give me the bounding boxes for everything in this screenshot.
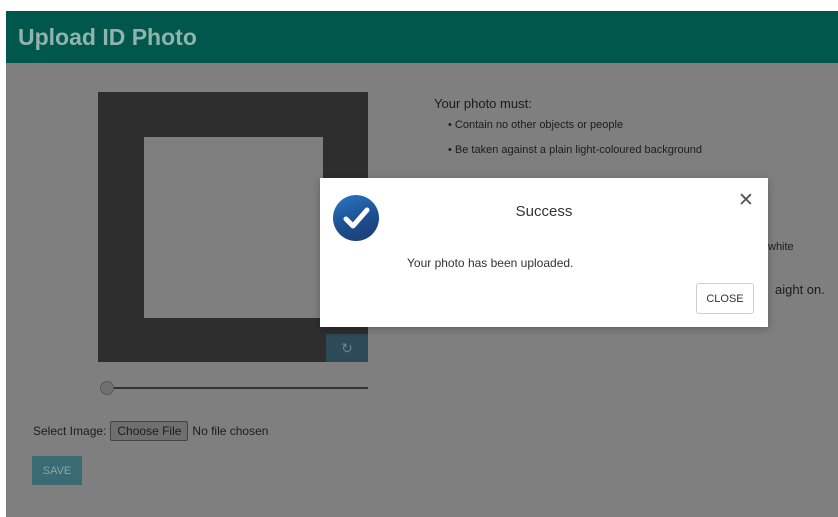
close-icon[interactable]: ✕ bbox=[738, 191, 754, 210]
success-modal: Success ✕ Your photo has been uploaded. … bbox=[320, 178, 768, 327]
requirement-partial-text: aight on. bbox=[775, 282, 825, 297]
file-status: No file chosen bbox=[192, 424, 269, 438]
requirements-list: Contain no other objects or people Be ta… bbox=[434, 119, 838, 156]
select-image-row: Select Image: Choose File No file chosen bbox=[33, 419, 268, 443]
select-image-label: Select Image: bbox=[33, 424, 107, 438]
modal-message: Your photo has been uploaded. bbox=[407, 256, 574, 270]
modal-title: Success bbox=[515, 203, 573, 220]
photo-requirements: Your photo must: Contain no other object… bbox=[434, 96, 838, 169]
crop-area[interactable] bbox=[144, 137, 323, 318]
rotate-button[interactable]: ↻ bbox=[326, 334, 368, 362]
page-title: Upload ID Photo bbox=[18, 24, 197, 50]
choose-file-button[interactable]: Choose File bbox=[110, 421, 189, 441]
save-button[interactable]: SAVE bbox=[32, 456, 82, 485]
header: Upload ID Photo bbox=[6, 11, 838, 63]
close-button[interactable]: CLOSE bbox=[696, 283, 754, 314]
rotate-icon: ↻ bbox=[341, 339, 353, 356]
zoom-slider-thumb[interactable] bbox=[100, 381, 114, 395]
requirement-partial-text: white bbox=[768, 241, 794, 253]
requirement-item: Contain no other objects or people bbox=[448, 119, 838, 131]
requirements-title: Your photo must: bbox=[434, 96, 532, 111]
zoom-slider-track[interactable] bbox=[100, 387, 368, 389]
requirement-item: Be taken against a plain light-coloured … bbox=[448, 144, 838, 156]
